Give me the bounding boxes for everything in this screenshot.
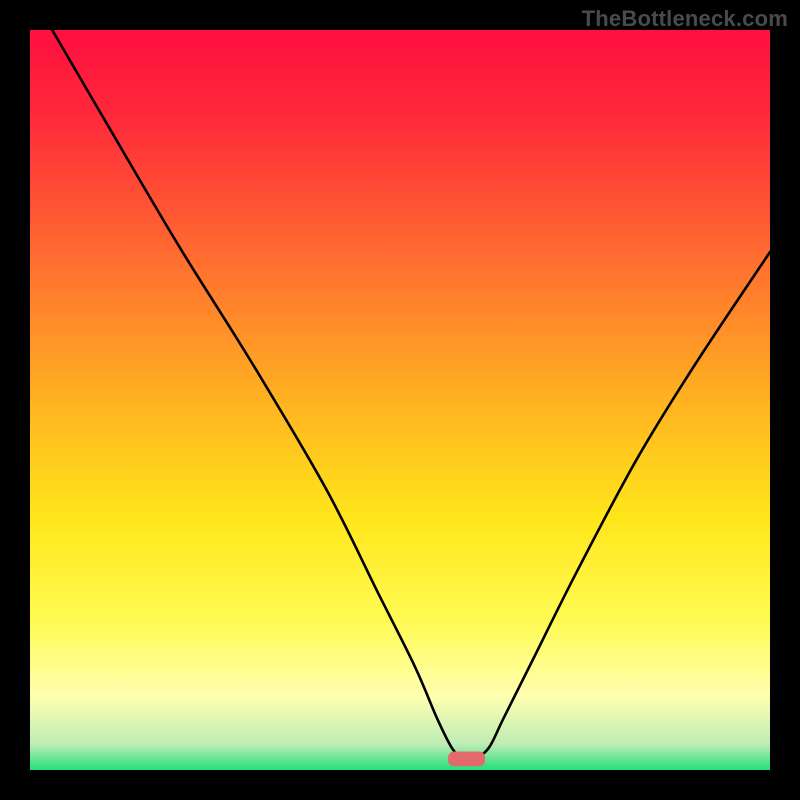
bottleneck-chart	[30, 30, 770, 770]
gradient-background	[30, 30, 770, 770]
plot-area	[30, 30, 770, 770]
watermark-text: TheBottleneck.com	[582, 6, 788, 32]
chart-frame: TheBottleneck.com	[0, 0, 800, 800]
optimum-marker	[448, 752, 485, 767]
